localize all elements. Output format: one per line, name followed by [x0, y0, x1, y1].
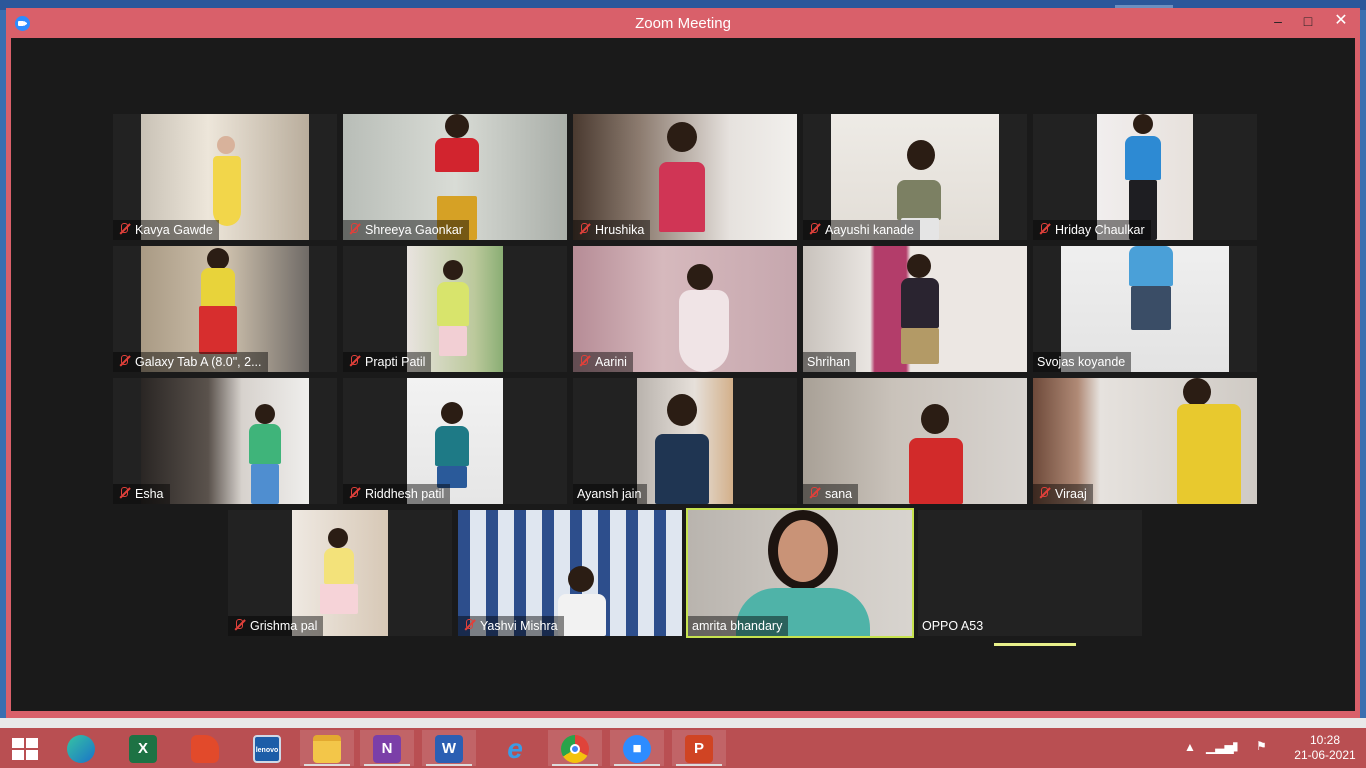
participant-video: [637, 378, 733, 504]
participant-tile[interactable]: Galaxy Tab A (8.0", 2...: [113, 246, 337, 372]
clock-date: 21-06-2021: [1294, 748, 1356, 762]
participant-name: Viraaj: [1033, 484, 1093, 504]
excel-icon[interactable]: X: [116, 730, 170, 766]
participant-tile[interactable]: Hriday Chaulkar: [1033, 114, 1257, 240]
muted-mic-icon: [577, 354, 591, 368]
participant-tile[interactable]: Grishma pal: [228, 510, 452, 636]
participant-name: Yashvi Mishra: [458, 616, 564, 636]
muted-mic-icon: [347, 354, 361, 368]
participant-tile[interactable]: Kavya Gawde: [113, 114, 337, 240]
chrome-icon[interactable]: [548, 730, 602, 766]
participant-tile[interactable]: sana: [803, 378, 1027, 504]
muted-mic-icon: [117, 354, 131, 368]
muted-mic-icon: [807, 486, 821, 500]
participant-name: Svojas koyande: [1033, 352, 1132, 372]
participant-name: Riddhesh patil: [343, 484, 451, 504]
participant-name: sana: [803, 484, 859, 504]
participant-tile[interactable]: Shreeya Gaonkar: [343, 114, 567, 240]
participant-tile[interactable]: Viraaj: [1033, 378, 1257, 504]
audio-level-indicator: [994, 643, 1076, 646]
show-hidden-icons-icon[interactable]: ▲: [1184, 740, 1196, 768]
zoom-icon[interactable]: ■: [610, 730, 664, 766]
taskbar: X lenovo N W e ■ P ▲ ▁▃▅ ▮ ⚑ 10:28 21-06…: [0, 728, 1366, 768]
windows-start-icon[interactable]: [10, 738, 38, 760]
muted-mic-icon: [807, 222, 821, 236]
participant-tile[interactable]: Esha: [113, 378, 337, 504]
zoom-window: Zoom Meeting – □ ✕ Kavya Gawde Shreeya G…: [6, 8, 1360, 718]
participant-tile[interactable]: Riddhesh patil: [343, 378, 567, 504]
document-status-strip: [0, 718, 1366, 728]
participant-name: Shreeya Gaonkar: [343, 220, 469, 240]
gallery-view: Kavya Gawde Shreeya Gaonkar Hrushika Aay…: [11, 38, 1355, 711]
participant-tile[interactable]: Shrihan: [803, 246, 1027, 372]
muted-mic-icon: [347, 486, 361, 500]
participant-figure: [653, 122, 713, 240]
presenter-icon[interactable]: [178, 730, 232, 766]
muted-mic-icon: [232, 618, 246, 632]
window-title: Zoom Meeting: [635, 15, 731, 32]
participant-name: Ayansh jain: [573, 484, 648, 504]
participant-name: Galaxy Tab A (8.0", 2...: [113, 352, 268, 372]
title-bar[interactable]: Zoom Meeting – □ ✕: [6, 8, 1360, 38]
onenote-icon[interactable]: N: [360, 730, 414, 766]
participant-tile[interactable]: OPPO A53: [918, 510, 1142, 636]
participant-name: Esha: [113, 484, 170, 504]
clock-time: 10:28: [1309, 733, 1341, 747]
muted-mic-icon: [462, 618, 476, 632]
lenovo-icon[interactable]: lenovo: [240, 730, 294, 766]
participant-name: Grishma pal: [228, 616, 324, 636]
battery-icon[interactable]: ▮: [1232, 739, 1239, 768]
participant-name: Hriday Chaulkar: [1033, 220, 1151, 240]
action-center-flag-icon[interactable]: ⚑: [1256, 739, 1267, 768]
participant-figure: [1163, 378, 1253, 504]
participant-figure: [901, 394, 971, 504]
edge-icon[interactable]: [54, 730, 108, 766]
powerpoint-icon[interactable]: P: [672, 730, 726, 766]
participant-name: Prapti Patil: [343, 352, 432, 372]
active-speaker-tile[interactable]: amrita bhandary: [686, 508, 914, 638]
participant-figure: [1123, 246, 1179, 372]
internet-explorer-icon[interactable]: e: [488, 730, 542, 766]
participant-figure: [669, 246, 749, 372]
muted-mic-icon: [117, 486, 131, 500]
participant-name: Shrihan: [803, 352, 857, 372]
muted-mic-icon: [117, 222, 131, 236]
muted-mic-icon: [347, 222, 361, 236]
participant-tile[interactable]: Svojas koyande: [1033, 246, 1257, 372]
participant-figure: [241, 404, 291, 504]
participant-name: amrita bhandary: [688, 616, 789, 636]
participant-name: Aayushi kanade: [803, 220, 920, 240]
network-icon[interactable]: ▁▃▅: [1206, 740, 1234, 768]
participant-tile[interactable]: Prapti Patil: [343, 246, 567, 372]
participant-name: Kavya Gawde: [113, 220, 219, 240]
muted-mic-icon: [1037, 222, 1051, 236]
participant-name: Aarini: [573, 352, 633, 372]
file-explorer-icon[interactable]: [300, 730, 354, 766]
participant-name: OPPO A53: [922, 619, 984, 633]
taskbar-clock[interactable]: 10:28 21-06-2021: [1288, 733, 1362, 763]
word-icon[interactable]: W: [422, 730, 476, 766]
participant-tile[interactable]: Hrushika: [573, 114, 797, 240]
muted-mic-icon: [1037, 486, 1051, 500]
participant-tile[interactable]: Yashvi Mishra: [458, 510, 682, 636]
muted-mic-icon: [577, 222, 591, 236]
participant-tile[interactable]: Aarini: [573, 246, 797, 372]
participant-figure: [893, 252, 949, 372]
participant-figure: [429, 254, 479, 372]
minimize-button[interactable]: –: [1262, 8, 1294, 34]
maximize-button[interactable]: □: [1292, 8, 1324, 34]
participant-figure: [651, 394, 713, 504]
close-button[interactable]: ✕: [1322, 8, 1360, 34]
participant-tile[interactable]: Aayushi kanade: [803, 114, 1027, 240]
participant-name: Hrushika: [573, 220, 651, 240]
participant-tile[interactable]: Ayansh jain: [573, 378, 797, 504]
